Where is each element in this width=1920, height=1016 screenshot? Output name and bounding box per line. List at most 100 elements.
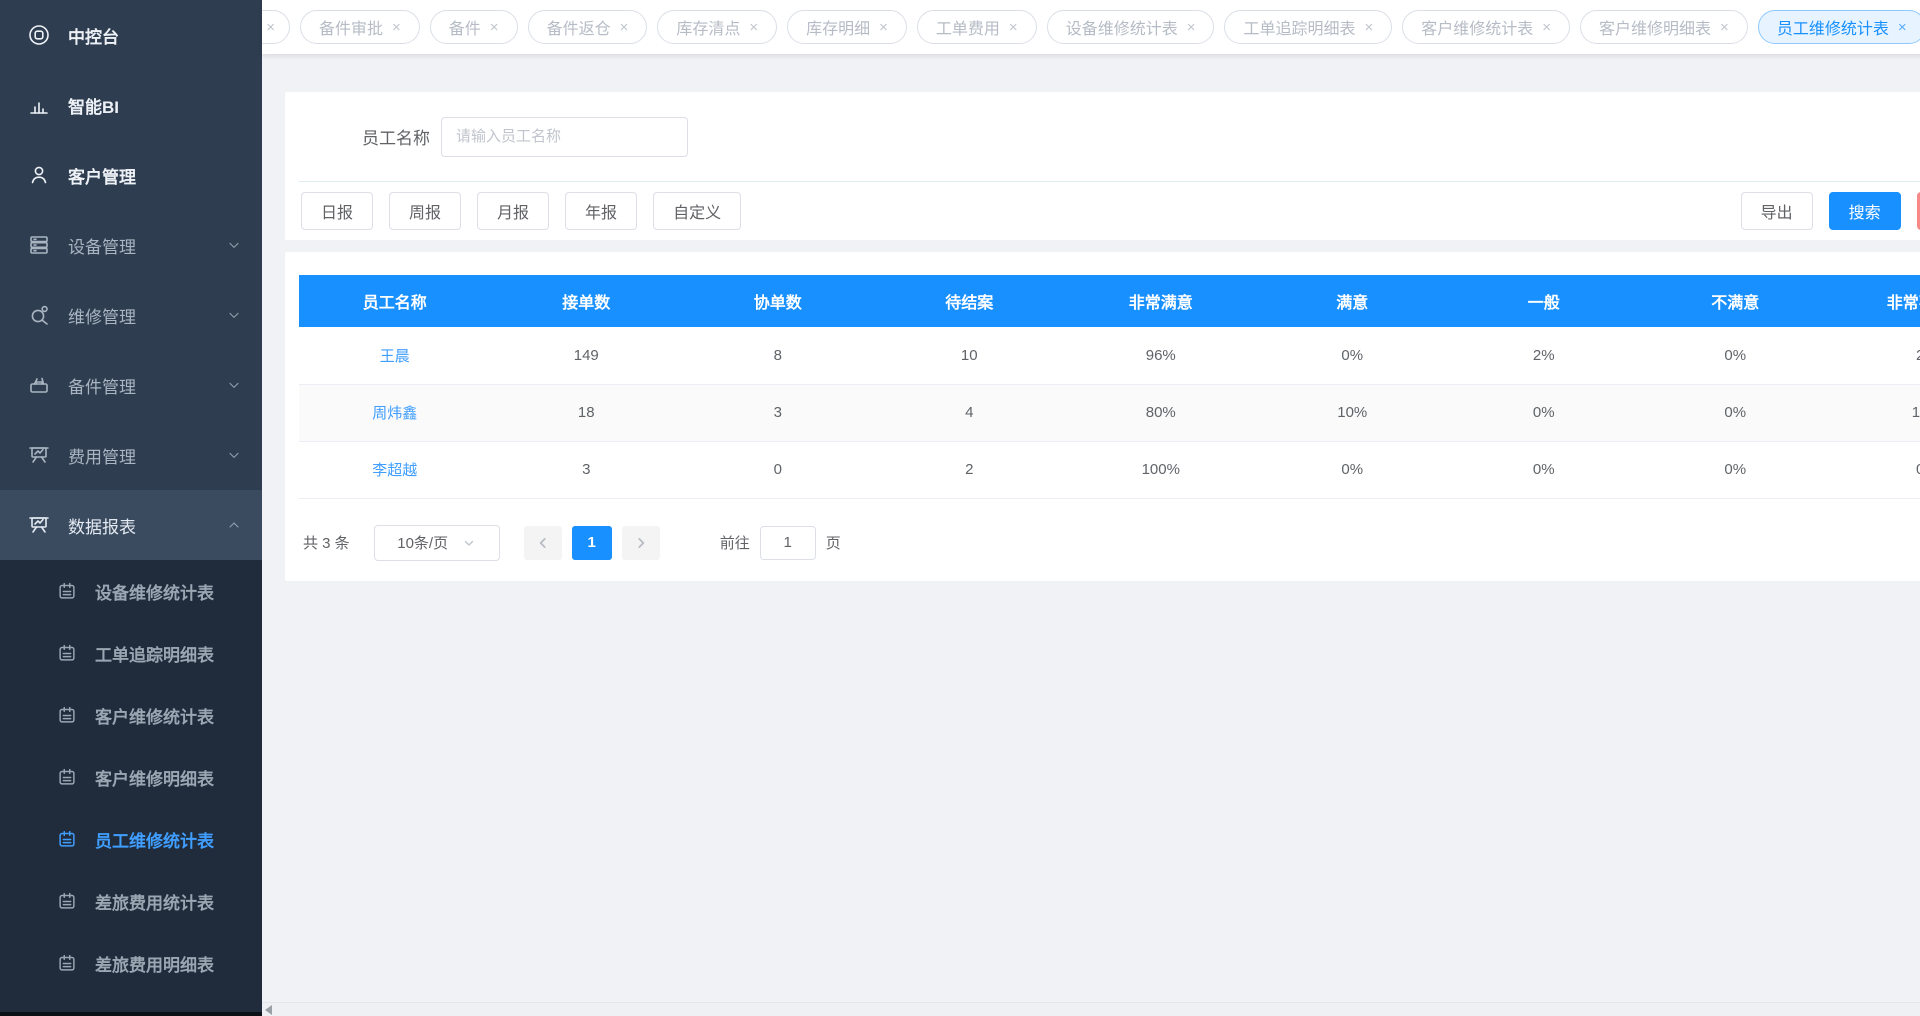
sidebar-subitem-4-active[interactable]: 员工维修统计表 — [0, 808, 262, 870]
next-page-button[interactable] — [622, 526, 660, 560]
tab-5[interactable]: 库存明细 × — [787, 10, 907, 44]
table-header: 员工名称接单数协单数待结案非常满意满意一般不满意非常不满意 — [299, 275, 1920, 327]
table-row-0: 王晨14981096%0%2%0%2% — [299, 327, 1920, 384]
tab-close-icon[interactable]: × — [1187, 20, 1196, 35]
tab-7[interactable]: 设备维修统计表× — [1047, 10, 1215, 44]
chevron-down-icon — [462, 536, 476, 550]
table-row-2: 李超越302100%0%0%0%0% — [299, 441, 1920, 498]
tab-close-icon[interactable]: × — [1542, 20, 1551, 35]
tab-8[interactable]: 工单追踪明细表 × — [1224, 10, 1392, 44]
table-cell: 3 — [491, 441, 683, 498]
table-cell: 0% — [1257, 441, 1449, 498]
table-cell: 2% — [1448, 327, 1640, 384]
tab-close-icon[interactable]: × — [1720, 20, 1729, 35]
sidebar-item-0[interactable]: 中控台 — [0, 0, 262, 70]
tab-10[interactable]: 客户维修明细表× — [1580, 10, 1748, 44]
tab-label: 客户维修统计表 — [1421, 15, 1533, 39]
employee-name-link[interactable]: 王晨 — [299, 327, 491, 384]
total-count: 共 3 条 — [303, 532, 350, 553]
table-cell: 149 — [491, 327, 683, 384]
content: 员工名称 日报周报月报年报自定义 导出 搜索 清空所有 员工名称接单数协单数待结案… — [262, 54, 1920, 1016]
sidebar-subitem-0[interactable]: 设备维修统计表 — [0, 560, 262, 622]
tab-close-icon[interactable]: × — [490, 20, 499, 35]
sidebar-subitem-2[interactable]: 客户维修统计表 — [0, 684, 262, 746]
table-cell: 0% — [1448, 384, 1640, 441]
tab-label: 备件审批 — [319, 15, 383, 39]
tab-close-icon[interactable]: × — [266, 20, 275, 35]
sidebar-submenu: 设备维修统计表工单追踪明细表客户维修统计表客户维修明细表员工维修统计表差旅费用统… — [0, 560, 262, 1016]
period-button-1[interactable]: 周报 — [389, 192, 461, 230]
tab-close-icon[interactable]: × — [879, 20, 888, 35]
employee-name-link[interactable]: 李超越 — [299, 441, 491, 498]
chevron-down-icon — [226, 307, 242, 323]
column-header-3: 待结案 — [874, 275, 1066, 327]
horizontal-scrollbar[interactable] — [262, 1002, 1920, 1016]
goto-page-input[interactable] — [760, 526, 816, 560]
period-button-3[interactable]: 年报 — [565, 192, 637, 230]
clear-all-button[interactable]: 清空所有 — [1917, 192, 1920, 230]
tab-close-icon[interactable]: × — [749, 20, 758, 35]
tab-label: 备件 — [449, 15, 481, 39]
pagination: 共 3 条 10条/页 1 前往 — [299, 525, 1920, 561]
tab-close-icon[interactable]: × — [1898, 20, 1907, 35]
sidebar-item-3[interactable]: 设备管理 — [0, 210, 262, 280]
sidebar-item-label: 中控台 — [68, 23, 119, 48]
sidebar-subitem-label: 差旅费用统计表 — [95, 889, 214, 914]
sidebar-menu: 中控台智能BI 客户管理设备管理维修管理备件管理费用管理数据报表 — [0, 0, 262, 560]
tab-3[interactable]: 备件返仓× — [528, 10, 648, 44]
tab-label: 库存明细 — [806, 15, 870, 39]
sidebar-item-label: 智能BI — [68, 93, 119, 118]
sidebar-item-5[interactable]: 备件管理 — [0, 350, 262, 420]
column-header-1: 接单数 — [491, 275, 683, 327]
tab-close-icon[interactable]: × — [1364, 20, 1373, 35]
notebook-icon — [56, 952, 78, 974]
sidebar-subitem-label: 设备维修统计表 — [95, 579, 214, 604]
table-cell: 2 — [874, 441, 1066, 498]
search-button[interactable]: 搜索 — [1829, 192, 1901, 230]
sidebar-item-6[interactable]: 费用管理 — [0, 420, 262, 490]
tab-11-active[interactable]: 员工维修统计表× — [1758, 10, 1920, 44]
sidebar-subitem-6[interactable]: 差旅费用明细表 — [0, 932, 262, 994]
sidebar-subitem-3[interactable]: 客户维修明细表 — [0, 746, 262, 808]
period-button-2[interactable]: 月报 — [477, 192, 549, 230]
prev-page-button[interactable] — [524, 526, 562, 560]
tab-6[interactable]: 工单费用× — [917, 10, 1037, 44]
table-cell: 100% — [1065, 441, 1257, 498]
actions-row: 日报周报月报年报自定义 导出 搜索 清空所有 — [285, 182, 1920, 240]
sidebar-item-2[interactable]: 客户管理 — [0, 140, 262, 210]
tab-label: 工单追踪明细表 — [1243, 15, 1355, 39]
table-cell: 0% — [1448, 441, 1640, 498]
employee-name-label: 员工名称 — [362, 124, 430, 149]
tab-close-icon[interactable]: × — [620, 20, 629, 35]
tab-1[interactable]: 备件审批 × — [300, 10, 420, 44]
customer-icon — [27, 163, 51, 187]
tab-close-icon[interactable]: × — [392, 20, 401, 35]
chevron-up-icon — [226, 517, 242, 533]
period-button-4[interactable]: 自定义 — [653, 192, 741, 230]
page-size-value: 10条/页 — [397, 532, 448, 553]
tab-close-icon[interactable]: × — [1009, 20, 1018, 35]
sidebar-subitem-5[interactable]: 差旅费用统计表 — [0, 870, 262, 932]
tab-2[interactable]: 备件 × — [430, 10, 518, 44]
page-unit-label: 页 — [826, 532, 841, 553]
sidebar-item-1[interactable]: 智能BI — [0, 70, 262, 140]
sidebar-item-4[interactable]: 维修管理 — [0, 280, 262, 350]
tab-4[interactable]: 库存清点× — [657, 10, 777, 44]
chevron-down-icon — [226, 447, 242, 463]
tab-9[interactable]: 客户维修统计表 × — [1402, 10, 1570, 44]
chevron-left-icon — [536, 536, 550, 550]
export-button[interactable]: 导出 — [1741, 192, 1813, 230]
sidebar-subitem-label: 客户维修明细表 — [95, 765, 214, 790]
sidebar-subitem-1[interactable]: 工单追踪明细表 — [0, 622, 262, 684]
chevron-right-icon — [634, 536, 648, 550]
period-button-0[interactable]: 日报 — [301, 192, 373, 230]
sidebar-item-7[interactable]: 数据报表 — [0, 490, 262, 560]
table-cell: 0 — [682, 441, 874, 498]
page-size-select[interactable]: 10条/页 — [374, 525, 500, 561]
report-icon — [27, 513, 51, 537]
page-number-1[interactable]: 1 — [572, 526, 612, 560]
employee-name-link[interactable]: 周炜鑫 — [299, 384, 491, 441]
tab-0[interactable]: × — [262, 10, 290, 44]
filter-panel: 员工名称 日报周报月报年报自定义 导出 搜索 清空所有 — [285, 92, 1920, 240]
employee-name-input[interactable] — [441, 117, 688, 157]
